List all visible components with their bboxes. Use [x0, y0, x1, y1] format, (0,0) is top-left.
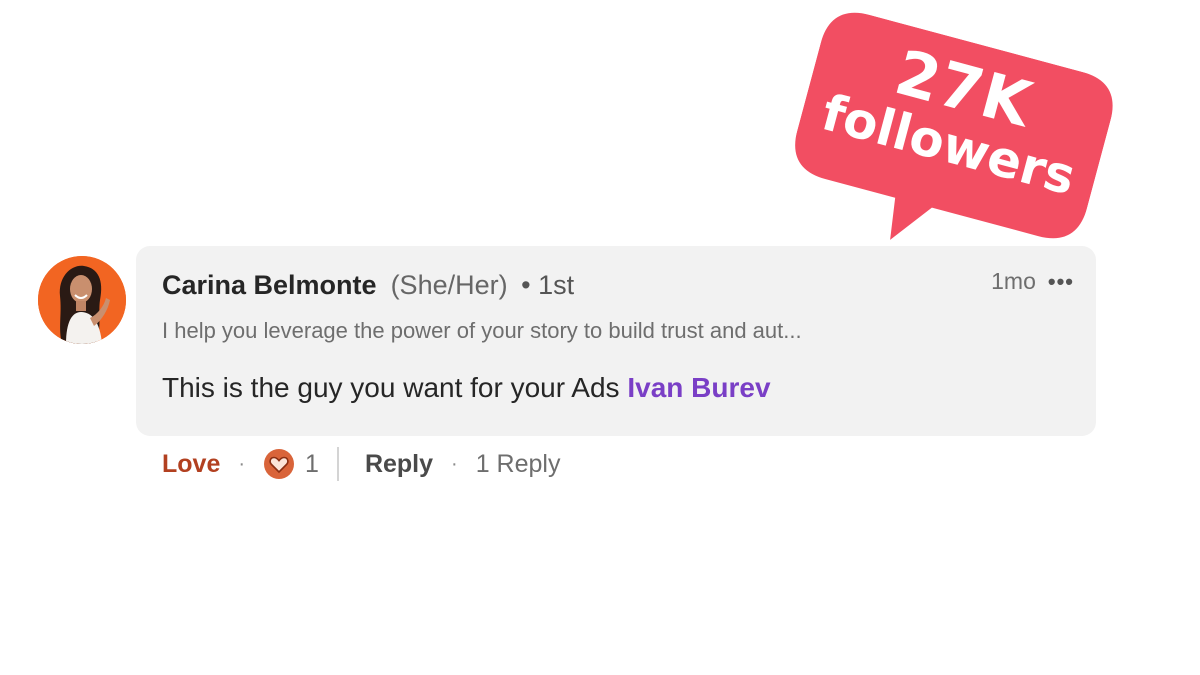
followers-sticker: 27K followers [779, 5, 1121, 276]
reply-count-link[interactable]: 1 Reply [476, 450, 561, 479]
connection-degree: • 1st [521, 270, 575, 300]
mention-link[interactable]: Ivan Burev [627, 372, 770, 403]
action-divider [336, 447, 339, 481]
reaction-count[interactable]: 1 [305, 450, 319, 479]
screen: Carina Belmonte (She/Her) • 1st I help yo… [0, 0, 1200, 675]
separator-dot: · [238, 452, 246, 475]
comment-actions: Love · 1 Reply · 1 Reply [162, 444, 560, 484]
author-pronouns: (She/Her) [390, 270, 508, 300]
comment-text: This is the guy you want for your Ads Iv… [162, 372, 771, 404]
author-name[interactable]: Carina Belmonte [162, 270, 377, 300]
avatar[interactable] [38, 256, 126, 344]
heart-reaction-icon[interactable] [263, 448, 295, 480]
comment-bubble: Carina Belmonte (She/Her) • 1st I help yo… [136, 246, 1096, 436]
author-row: Carina Belmonte (She/Her) • 1st [162, 270, 574, 301]
comment-text-body: This is the guy you want for your Ads [162, 372, 620, 403]
avatar-portrait-icon [38, 256, 126, 344]
author-headline: I help you leverage the power of your st… [162, 318, 802, 343]
separator-dot: · [451, 452, 458, 475]
love-reaction-button[interactable]: Love [162, 450, 220, 479]
reply-button[interactable]: Reply [365, 450, 433, 479]
